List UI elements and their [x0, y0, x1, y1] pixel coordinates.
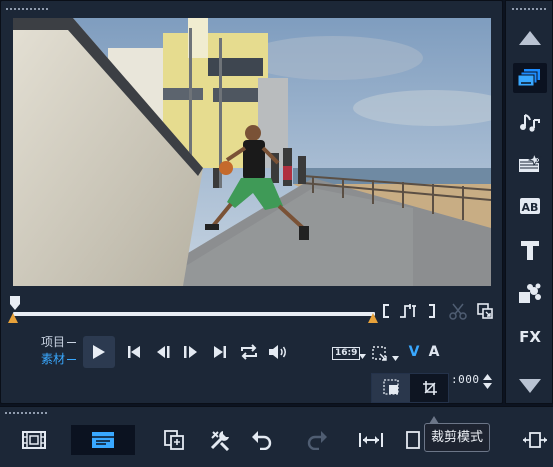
- end-button[interactable]: [209, 341, 231, 363]
- fit-project-button[interactable]: [351, 425, 391, 455]
- mode-clip[interactable]: 素材: [41, 351, 77, 368]
- panel-grip[interactable]: [5, 7, 49, 11]
- crop-mode-option[interactable]: [412, 374, 448, 402]
- track-manager-icon: [164, 430, 184, 450]
- chevron-down-icon: [391, 355, 399, 361]
- mark-out-button[interactable]: [426, 302, 438, 320]
- mark-in-marker[interactable]: [8, 313, 18, 323]
- text-icon: [521, 241, 539, 260]
- title-ab-icon: AB: [520, 198, 540, 214]
- sidebar-item-text[interactable]: [513, 235, 547, 265]
- sidebar-item-graphics[interactable]: [513, 279, 547, 309]
- repeat-icon: [241, 344, 257, 360]
- capture-icon: [406, 431, 420, 449]
- sidebar-scroll-down[interactable]: [513, 371, 547, 401]
- previous-frame-button[interactable]: [153, 341, 175, 363]
- bracket-left-icon: [383, 304, 389, 318]
- timecode-display[interactable]: :000: [451, 373, 480, 386]
- copy-frame-button[interactable]: [474, 301, 496, 321]
- track-manager-button[interactable]: [154, 425, 194, 455]
- timeline-scrubber[interactable]: [13, 312, 375, 316]
- media-library-icon: [518, 69, 540, 87]
- expand-arrows-icon: [523, 432, 547, 448]
- volume-icon: [269, 345, 286, 359]
- mode-project[interactable]: 项目: [41, 334, 77, 351]
- playback-mode-switch: 项目 素材: [41, 334, 77, 368]
- storyboard-icon: [22, 431, 46, 449]
- sidebar-item-filter[interactable]: FX: [513, 321, 547, 351]
- mark-in-button[interactable]: [380, 302, 392, 320]
- mark-out-marker[interactable]: [368, 313, 378, 323]
- scissors-icon: [449, 303, 467, 320]
- svg-text:FX: FX: [519, 328, 541, 346]
- play-button[interactable]: [83, 336, 115, 368]
- library-sidebar: AB FX: [505, 0, 553, 404]
- storyboard-view-button[interactable]: [14, 425, 54, 455]
- transition-icon: [519, 153, 542, 172]
- undo-icon: [252, 431, 272, 450]
- timeline-view-icon: [92, 432, 114, 448]
- svg-text:AB: AB: [522, 201, 539, 214]
- crop-icon: [423, 381, 437, 395]
- redo-icon: [307, 431, 327, 450]
- timeline-view-button[interactable]: [71, 425, 135, 455]
- fit-width-icon: [359, 433, 383, 447]
- repeat-button[interactable]: [237, 340, 261, 364]
- next-frame-icon: [184, 346, 197, 358]
- previous-frame-icon: [157, 346, 170, 358]
- crop-mode-tooltip: 裁剪模式: [424, 416, 491, 452]
- aspect-dropdown-arrow[interactable]: [357, 351, 367, 361]
- redo-button[interactable]: [297, 425, 337, 455]
- trim-button[interactable]: [396, 301, 420, 321]
- scale-mode-option[interactable]: [372, 374, 410, 402]
- audio-track-label: A: [428, 344, 440, 360]
- next-frame-button[interactable]: [179, 341, 201, 363]
- audio-track-toggle[interactable]: A: [426, 342, 442, 362]
- enlarge-icon: [477, 303, 493, 319]
- home-button[interactable]: [123, 341, 145, 363]
- expand-timeline-button[interactable]: [518, 425, 552, 455]
- skip-to-start-icon: [128, 346, 140, 358]
- record-capture-button[interactable]: [404, 425, 422, 455]
- sidebar-scroll-up[interactable]: [513, 23, 547, 53]
- timecode-stepper[interactable]: [480, 371, 494, 391]
- scroll-up-icon: [519, 31, 541, 45]
- crop-mode-popup: [371, 373, 449, 403]
- fx-icon: FX: [519, 328, 541, 346]
- sidebar-item-transition[interactable]: [513, 149, 547, 179]
- skip-to-end-icon: [214, 346, 226, 358]
- scale-mode-icon: [383, 379, 399, 395]
- crop-mode-dropdown-arrow[interactable]: [390, 353, 400, 363]
- trim-icon: [400, 304, 416, 318]
- chevron-up-icon: [482, 373, 492, 380]
- sidebar-item-audio[interactable]: [513, 107, 547, 137]
- sidebar-item-title-effect[interactable]: AB: [513, 191, 547, 221]
- bracket-right-icon: [429, 304, 435, 318]
- toolbar-grip[interactable]: [4, 411, 48, 415]
- play-icon: [93, 345, 105, 359]
- split-clip-button[interactable]: [447, 301, 469, 321]
- audio-icon: [520, 114, 540, 132]
- sidebar-grip[interactable]: [511, 7, 547, 11]
- playhead-marker[interactable]: [9, 295, 21, 311]
- chevron-down-icon: [358, 353, 366, 359]
- scroll-down-icon: [519, 379, 541, 393]
- volume-button[interactable]: [266, 340, 290, 364]
- video-track-toggle[interactable]: V: [406, 342, 422, 362]
- video-track-label: V: [408, 344, 420, 360]
- mode-project-label: 项目: [41, 335, 66, 349]
- tools-button[interactable]: [200, 425, 240, 455]
- crop-scale-mode-button[interactable]: [369, 343, 391, 365]
- sidebar-item-media[interactable]: [513, 63, 547, 93]
- chevron-down-icon: [482, 382, 492, 389]
- tools-icon: [210, 431, 230, 451]
- crop-select-icon: [372, 346, 387, 361]
- graphics-icon: [519, 283, 541, 303]
- undo-button[interactable]: [242, 425, 282, 455]
- video-preview[interactable]: [13, 18, 491, 286]
- player-panel: 项目 素材 16:9 V A:000: [0, 0, 503, 404]
- mode-clip-label: 素材: [41, 352, 66, 366]
